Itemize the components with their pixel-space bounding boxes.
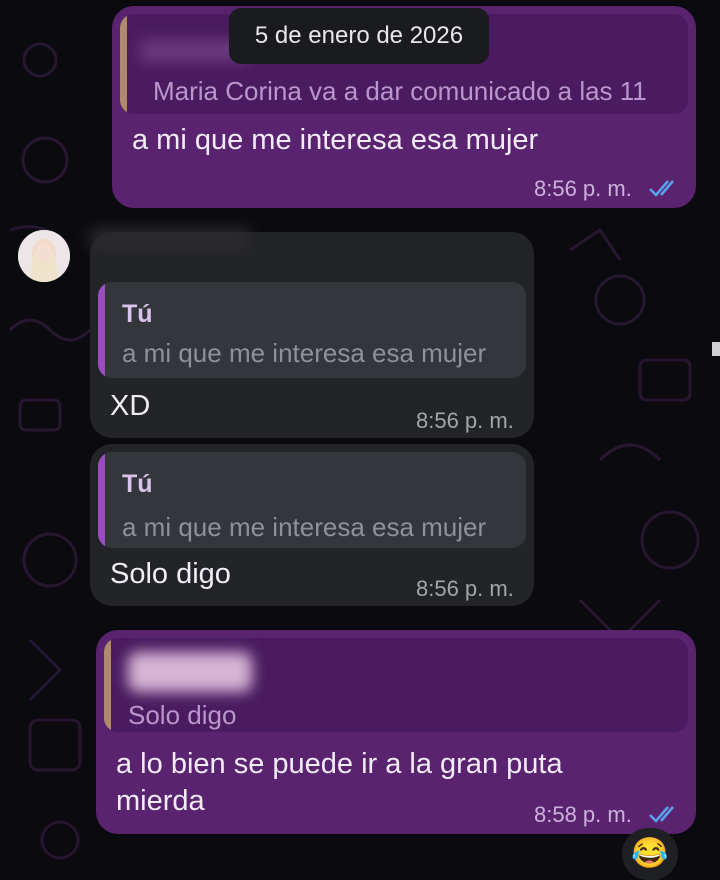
message-text: Solo digo xyxy=(110,558,231,590)
avatar-image xyxy=(18,230,70,282)
quote-text: Solo digo xyxy=(128,700,237,730)
scroll-indicator[interactable] xyxy=(712,342,720,356)
message-bubble-incoming[interactable]: Tú a mi que me interesa esa mujer XD 8:5… xyxy=(90,232,534,438)
reply-quote[interactable]: Tú a mi que me interesa esa mujer xyxy=(98,282,526,378)
quote-text: Maria Corina va a dar comunicado a las 1… xyxy=(153,76,647,106)
quote-sender: Tú xyxy=(122,300,153,328)
reply-quote[interactable]: Solo digo xyxy=(104,638,688,732)
double-check-read-icon xyxy=(649,180,674,197)
quote-text: a mi que me interesa esa mujer xyxy=(122,512,487,542)
quote-accent-bar xyxy=(98,282,105,378)
date-separator: 5 de enero de 2026 xyxy=(229,8,489,64)
message-time: 8:58 p. m. xyxy=(534,802,632,827)
reaction-badge[interactable]: 😂 xyxy=(622,828,678,880)
double-check-read-icon xyxy=(649,806,674,823)
message-text: a mi que me interesa esa mujer xyxy=(132,124,539,156)
contact-avatar[interactable] xyxy=(18,230,70,282)
quote-accent-bar xyxy=(120,14,127,114)
redacted-sender-name xyxy=(90,228,250,250)
message-bubble-incoming[interactable]: Tú a mi que me interesa esa mujer Solo d… xyxy=(90,444,534,606)
message-time: 8:56 p. m. xyxy=(534,176,632,201)
quote-accent-bar xyxy=(98,452,105,548)
message-text: XD xyxy=(110,390,151,422)
message-time: 8:56 p. m. xyxy=(416,576,514,601)
message-bubble-outgoing[interactable]: Solo digo a lo bien se puede ir a la gra… xyxy=(96,630,696,834)
reply-quote[interactable]: Tú a mi que me interesa esa mujer xyxy=(98,452,526,548)
message-time: 8:56 p. m. xyxy=(416,408,514,433)
quote-sender: Tú xyxy=(122,470,153,498)
laughing-emoji-icon: 😂 xyxy=(631,837,669,870)
quote-accent-bar xyxy=(104,638,111,732)
redacted-quote-sender xyxy=(128,652,252,692)
quote-text: a mi que me interesa esa mujer xyxy=(122,338,487,368)
